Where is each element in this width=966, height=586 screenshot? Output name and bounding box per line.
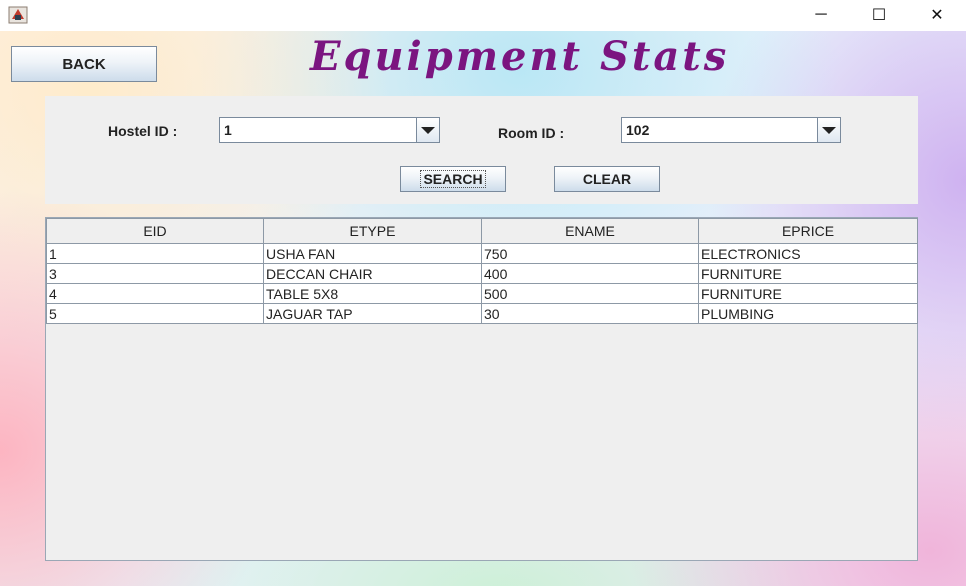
cell-etype[interactable]: JAGUAR TAP bbox=[263, 303, 482, 324]
cell-etype[interactable]: DECCAN CHAIR bbox=[263, 263, 482, 284]
chevron-down-icon[interactable] bbox=[416, 118, 439, 142]
maximize-button[interactable]: ☐ bbox=[850, 0, 908, 30]
room-id-label: Room ID : bbox=[498, 125, 565, 141]
table-row[interactable]: 1 USHA FAN 750 ELECTRONICS bbox=[46, 243, 918, 264]
table-row[interactable]: 4 TABLE 5X8 500 FURNITURE bbox=[46, 283, 918, 304]
column-header-etype[interactable]: ETYPE bbox=[263, 218, 482, 244]
search-button-label: SEARCH bbox=[420, 170, 486, 188]
room-id-dropdown[interactable]: 102 bbox=[621, 117, 841, 143]
hostel-id-label: Hostel ID : bbox=[108, 123, 178, 139]
cell-eprice[interactable]: PLUMBING bbox=[698, 303, 918, 324]
content-area: BACK Equipment Stats Hostel ID : 1 Room … bbox=[0, 31, 966, 586]
cell-etype[interactable]: USHA FAN bbox=[263, 243, 482, 264]
close-button[interactable]: ✕ bbox=[908, 0, 966, 30]
search-panel: Hostel ID : 1 Room ID : 102 SEARCH CLEAR bbox=[45, 96, 918, 204]
column-header-eid[interactable]: EID bbox=[46, 218, 264, 244]
back-button[interactable]: BACK bbox=[11, 46, 157, 82]
cell-eid[interactable]: 5 bbox=[46, 303, 264, 324]
cell-ename[interactable]: 30 bbox=[481, 303, 699, 324]
hostel-id-dropdown[interactable]: 1 bbox=[219, 117, 440, 143]
cell-eprice[interactable]: ELECTRONICS bbox=[698, 243, 918, 264]
minimize-button[interactable]: ─ bbox=[792, 0, 850, 30]
column-header-eprice[interactable]: EPRICE bbox=[698, 218, 918, 244]
equipment-table-area[interactable]: EID ETYPE ENAME EPRICE 1 USHA FAN 750 EL… bbox=[45, 217, 918, 561]
cell-eprice[interactable]: FURNITURE bbox=[698, 263, 918, 284]
hostel-id-value: 1 bbox=[224, 122, 232, 138]
table-row[interactable]: 3 DECCAN CHAIR 400 FURNITURE bbox=[46, 263, 918, 284]
cell-ename[interactable]: 750 bbox=[481, 243, 699, 264]
cell-eid[interactable]: 3 bbox=[46, 263, 264, 284]
cell-ename[interactable]: 500 bbox=[481, 283, 699, 304]
equipment-table: EID ETYPE ENAME EPRICE 1 USHA FAN 750 EL… bbox=[46, 218, 918, 324]
cell-eid[interactable]: 4 bbox=[46, 283, 264, 304]
java-app-icon bbox=[8, 5, 28, 25]
cell-etype[interactable]: TABLE 5X8 bbox=[263, 283, 482, 304]
title-bar: ─ ☐ ✕ bbox=[0, 0, 966, 31]
room-id-value: 102 bbox=[626, 122, 650, 138]
cell-eid[interactable]: 1 bbox=[46, 243, 264, 264]
cell-eprice[interactable]: FURNITURE bbox=[698, 283, 918, 304]
column-header-ename[interactable]: ENAME bbox=[481, 218, 699, 244]
page-title: Equipment Stats bbox=[310, 33, 730, 80]
search-button[interactable]: SEARCH bbox=[400, 166, 506, 192]
table-header-row: EID ETYPE ENAME EPRICE bbox=[46, 218, 918, 244]
cell-ename[interactable]: 400 bbox=[481, 263, 699, 284]
clear-button[interactable]: CLEAR bbox=[554, 166, 660, 192]
table-row[interactable]: 5 JAGUAR TAP 30 PLUMBING bbox=[46, 303, 918, 324]
chevron-down-icon[interactable] bbox=[817, 118, 840, 142]
